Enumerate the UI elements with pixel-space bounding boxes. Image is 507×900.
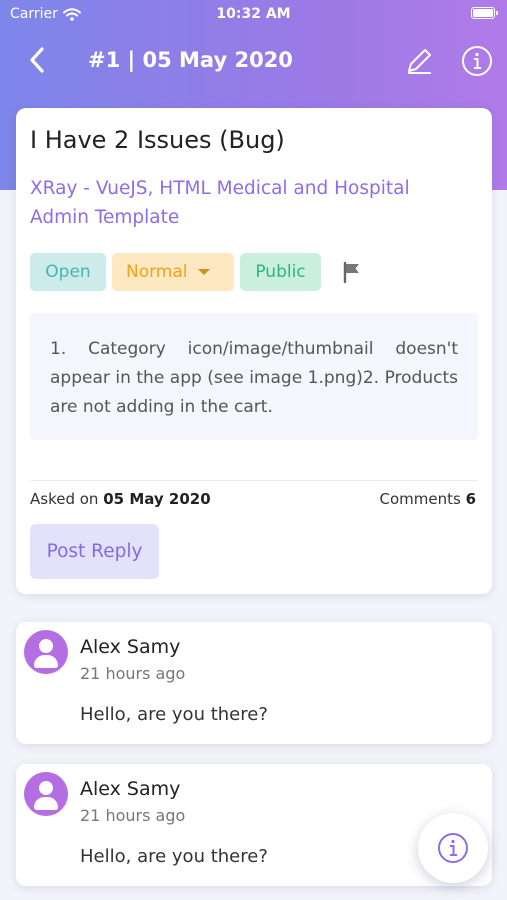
nav-bar: #1 | 05 May 2020 <box>0 36 507 84</box>
comments-number: 6 <box>465 490 476 508</box>
ticket-card: I Have 2 Issues (Bug) XRay - VueJS, HTML… <box>16 108 492 594</box>
ticket-description: 1. Category icon/image/thumbnail doesn't… <box>30 313 478 440</box>
comment-text: Hello, are you there? <box>80 704 268 725</box>
user-icon-head <box>39 639 53 653</box>
project-link[interactable]: XRay - VueJS, HTML Medical and Hospital … <box>30 174 470 232</box>
priority-dropdown[interactable]: Normal <box>112 253 234 291</box>
comment-text: Hello, are you there? <box>80 846 268 867</box>
status-badge[interactable]: Open <box>30 253 106 291</box>
comment-author: Alex Samy <box>80 778 181 800</box>
comment-time: 21 hours ago <box>80 664 186 683</box>
asked-date: 05 May 2020 <box>103 490 211 508</box>
comment-card: Alex Samy 21 hours ago Hello, are you th… <box>16 764 492 886</box>
visibility-badge[interactable]: Public <box>240 253 321 291</box>
info-icon <box>438 833 468 863</box>
back-button[interactable] <box>22 44 52 76</box>
priority-label: Normal <box>126 262 188 282</box>
avatar <box>24 772 68 816</box>
floating-info-button[interactable] <box>418 813 488 883</box>
user-icon-body <box>34 797 58 810</box>
ticket-title: I Have 2 Issues (Bug) <box>30 126 285 154</box>
comment-author: Alex Samy <box>80 636 181 658</box>
user-icon-body <box>34 655 58 668</box>
avatar <box>24 630 68 674</box>
comments-count: Comments 6 <box>379 490 476 508</box>
comments-label: Comments <box>379 490 461 508</box>
user-icon-head <box>39 781 53 795</box>
clock: 10:32 AM <box>216 6 291 22</box>
edit-pencil-icon <box>408 49 431 74</box>
caret-down-icon <box>197 269 210 275</box>
ticket-tags: Open Normal Public <box>30 253 363 291</box>
flag-icon[interactable] <box>341 261 363 283</box>
info-button[interactable] <box>461 45 493 77</box>
asked-on: Asked on 05 May 2020 <box>30 490 211 508</box>
battery-icon <box>471 7 498 19</box>
edit-button[interactable] <box>404 46 434 76</box>
post-reply-button[interactable]: Post Reply <box>30 524 159 579</box>
info-icon <box>462 46 492 76</box>
back-arrow-icon <box>30 47 44 73</box>
comment-card: Alex Samy 21 hours ago Hello, are you th… <box>16 622 492 744</box>
comment-time: 21 hours ago <box>80 806 186 825</box>
status-bar: Carrier 10:32 AM <box>0 0 507 28</box>
divider <box>30 480 478 481</box>
asked-label: Asked on <box>30 490 99 508</box>
page-title: #1 | 05 May 2020 <box>88 48 293 72</box>
